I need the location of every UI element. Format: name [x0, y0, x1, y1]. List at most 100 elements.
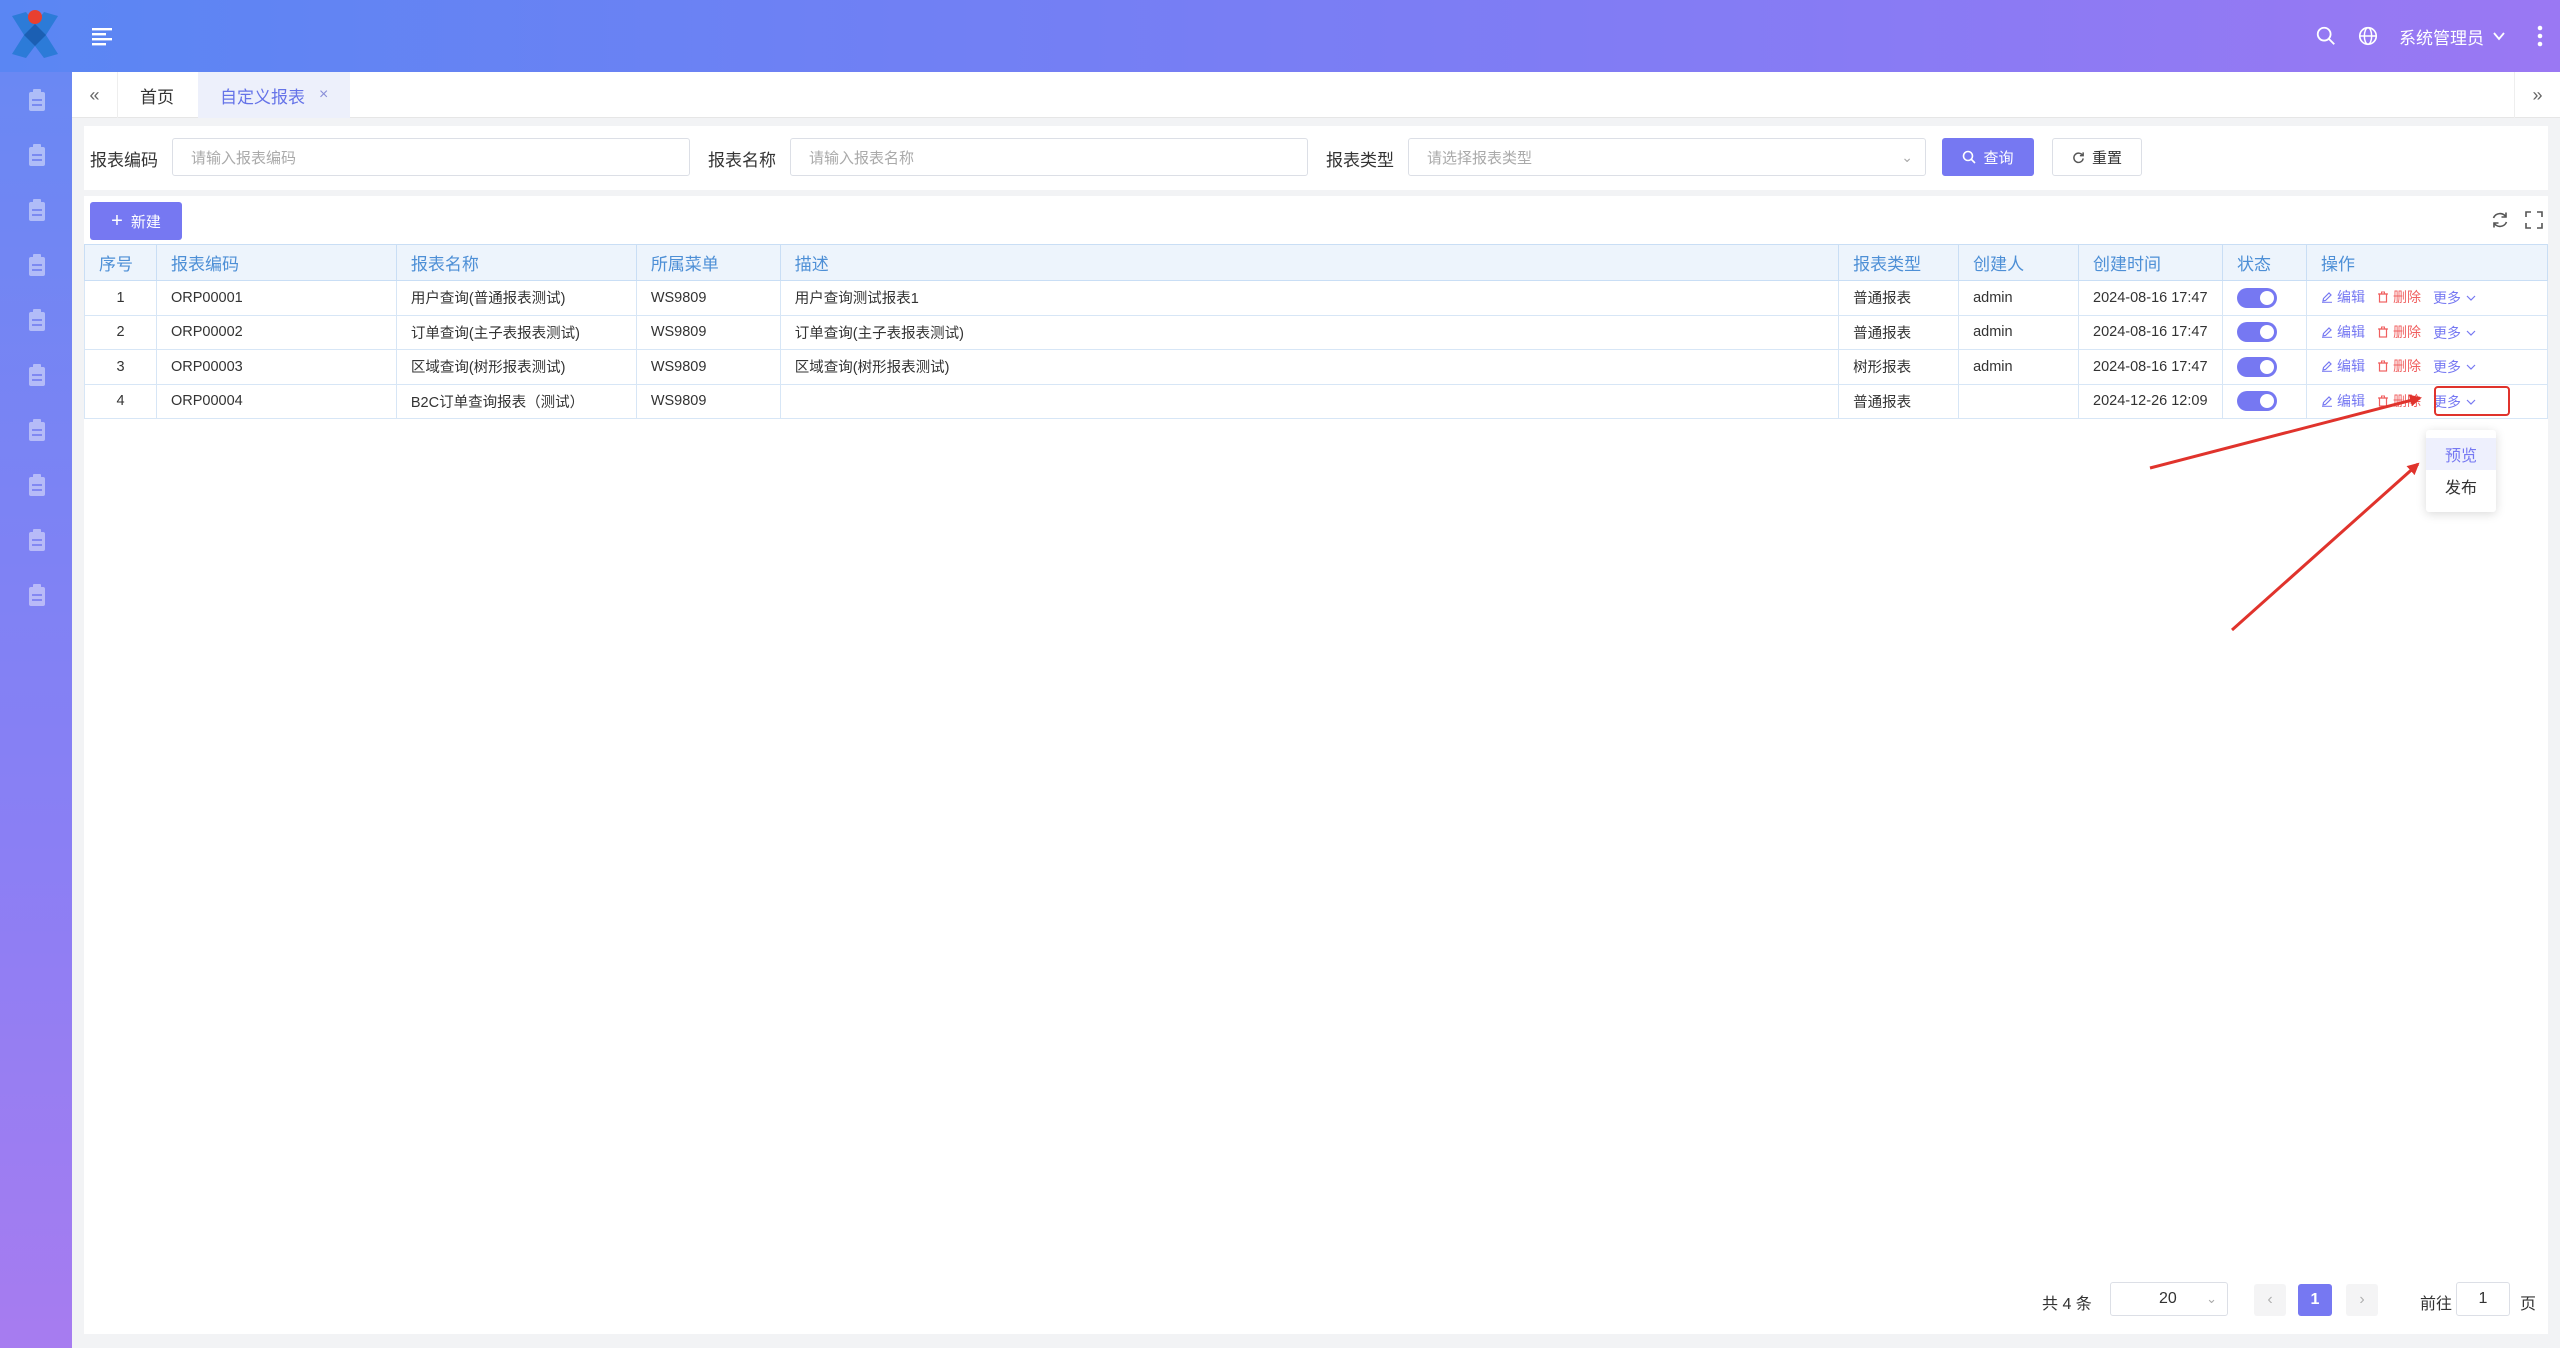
fullscreen-icon[interactable]: [2524, 210, 2544, 230]
edit-button[interactable]: 编辑: [2321, 391, 2365, 411]
cell-code: ORP00001: [155, 280, 397, 316]
sidebar-item-clipboard-icon[interactable]: [26, 473, 48, 497]
page-size-select[interactable]: 20 ⌄: [2110, 1282, 2228, 1316]
cell-time: 2024-12-26 12:09: [2078, 383, 2224, 419]
cell-desc: 用户查询测试报表1: [779, 280, 1840, 316]
plus-icon: +: [111, 210, 123, 232]
sidebar-item-clipboard-icon[interactable]: [26, 528, 48, 552]
delete-button[interactable]: 删除: [2377, 356, 2421, 376]
user-name[interactable]: 系统管理员: [2399, 24, 2484, 49]
delete-button[interactable]: 删除: [2377, 287, 2421, 307]
sidebar-item-clipboard-icon[interactable]: [26, 418, 48, 442]
edit-label: 编辑: [2336, 323, 2365, 340]
cell-type: 普通报表: [1838, 383, 1960, 419]
table-row[interactable]: 4 ORP00004 B2C订单查询报表（测试） WS9809 普通报表 202…: [84, 383, 2549, 419]
more-button[interactable]: 更多: [2433, 323, 2481, 343]
status-toggle[interactable]: [2237, 322, 2278, 343]
report-code-label: 报表编码: [90, 151, 158, 170]
cell-menu: WS9809: [635, 349, 781, 385]
cell-actions: 编辑 删除 更多: [2305, 314, 2549, 350]
column-header[interactable]: 报表类型: [1838, 244, 1960, 281]
tabs-scroll-right-icon[interactable]: »: [2514, 72, 2560, 118]
sidebar-item-clipboard-icon[interactable]: [26, 143, 48, 167]
page-size-value: 20: [2159, 1290, 2177, 1307]
column-header[interactable]: 创建时间: [2078, 244, 2224, 281]
status-toggle[interactable]: [2237, 356, 2278, 377]
cell-creator: admin: [1958, 280, 2080, 316]
cell-time: 2024-08-16 17:47: [2078, 280, 2224, 316]
tab-custom-report[interactable]: 自定义报表 ×: [198, 72, 351, 118]
tab-home[interactable]: 首页: [118, 72, 196, 118]
column-header[interactable]: 报表名称: [395, 244, 637, 281]
column-header[interactable]: 所属菜单: [635, 244, 781, 281]
app-logo-icon[interactable]: [8, 8, 62, 62]
cell-status: [2222, 349, 2307, 385]
table-row[interactable]: 3 ORP00003 区域查询(树形报表测试) WS9809 区域查询(树形报表…: [84, 349, 2549, 385]
query-button[interactable]: 查询: [1942, 138, 2034, 176]
report-name-input[interactable]: 请输入报表名称: [790, 138, 1308, 176]
status-toggle[interactable]: [2237, 391, 2278, 412]
dropdown-item-publish[interactable]: 发布: [2426, 470, 2496, 502]
new-label: 新建: [130, 213, 161, 231]
cell-code: ORP00004: [155, 383, 397, 419]
sidebar-item-clipboard-icon[interactable]: [26, 363, 48, 387]
edit-button[interactable]: 编辑: [2321, 356, 2365, 376]
column-header[interactable]: 操作: [2305, 244, 2549, 281]
new-button[interactable]: + 新建: [90, 202, 182, 240]
edit-button[interactable]: 编辑: [2321, 322, 2365, 342]
column-header[interactable]: 序号: [84, 244, 157, 281]
edit-label: 编辑: [2336, 358, 2365, 375]
more-label: 更多: [2433, 290, 2462, 307]
more-button[interactable]: 更多: [2433, 288, 2481, 308]
tabs-scroll-left-icon[interactable]: «: [72, 72, 118, 118]
dropdown-item-label: 发布: [2444, 480, 2477, 497]
chevron-down-icon: ⌄: [2206, 1291, 2217, 1306]
prev-page-button[interactable]: ‹: [2254, 1284, 2286, 1316]
trash-icon: [2378, 360, 2389, 372]
refresh-icon[interactable]: [2490, 210, 2510, 230]
cell-no: 2: [84, 314, 157, 350]
cell-menu: WS9809: [635, 383, 781, 419]
delete-button[interactable]: 删除: [2377, 322, 2421, 342]
language-globe-icon[interactable]: [2357, 25, 2379, 47]
cell-creator: [1958, 383, 2080, 419]
current-page: 1: [2310, 1291, 2320, 1308]
edit-label: 编辑: [2336, 289, 2365, 306]
column-header[interactable]: 创建人: [1958, 244, 2080, 281]
sidebar-item-clipboard-icon[interactable]: [26, 308, 48, 332]
edit-button[interactable]: 编辑: [2321, 287, 2365, 307]
sidebar-item-clipboard-icon[interactable]: [26, 253, 48, 277]
table-row[interactable]: 2 ORP00002 订单查询(主子表报表测试) WS9809 订单查询(主子表…: [84, 314, 2549, 350]
sidebar-item-clipboard-icon[interactable]: [26, 88, 48, 112]
report-type-select[interactable]: 请选择报表类型 ⌄: [1408, 138, 1926, 176]
page-number-button[interactable]: 1: [2298, 1284, 2332, 1316]
report-code-input[interactable]: 请输入报表编码: [172, 138, 690, 176]
cell-desc: 订单查询(主子表报表测试): [779, 314, 1840, 350]
column-header[interactable]: 描述: [779, 244, 1840, 281]
delete-button[interactable]: 删除: [2377, 391, 2421, 411]
column-header[interactable]: 报表编码: [155, 244, 397, 281]
chevron-down-icon[interactable]: [2492, 29, 2506, 43]
next-page-button[interactable]: ›: [2346, 1284, 2378, 1316]
status-toggle[interactable]: [2237, 287, 2278, 308]
sidebar-item-clipboard-icon[interactable]: [26, 583, 48, 607]
goto-page-input[interactable]: 1: [2456, 1282, 2510, 1316]
chevron-down-icon: [2466, 295, 2476, 302]
search-form: 报表编码 请输入报表编码 报表名称 请输入报表名称 报表类型 请选择报表类型 ⌄…: [84, 126, 2548, 190]
delete-label: 删除: [2393, 323, 2422, 340]
cell-type: 普通报表: [1838, 314, 1960, 350]
more-vertical-icon[interactable]: [2530, 23, 2550, 49]
menu-toggle-icon[interactable]: [90, 24, 114, 48]
close-icon[interactable]: ×: [319, 86, 328, 104]
search-icon[interactable]: [2315, 25, 2337, 47]
cell-name: 订单查询(主子表报表测试): [395, 314, 637, 350]
goto-label: 前往: [2420, 1296, 2453, 1313]
table-row[interactable]: 1 ORP00001 用户查询(普通报表测试) WS9809 用户查询测试报表1…: [84, 280, 2549, 316]
report-type-placeholder: 请选择报表类型: [1427, 149, 1533, 167]
sidebar-item-clipboard-icon[interactable]: [26, 198, 48, 222]
more-button[interactable]: 更多: [2433, 357, 2481, 377]
column-header[interactable]: 状态: [2222, 244, 2307, 281]
dropdown-item-preview[interactable]: 预览: [2426, 438, 2496, 470]
tab-label: 首页: [140, 87, 174, 107]
reset-button[interactable]: 重置: [2052, 138, 2142, 176]
